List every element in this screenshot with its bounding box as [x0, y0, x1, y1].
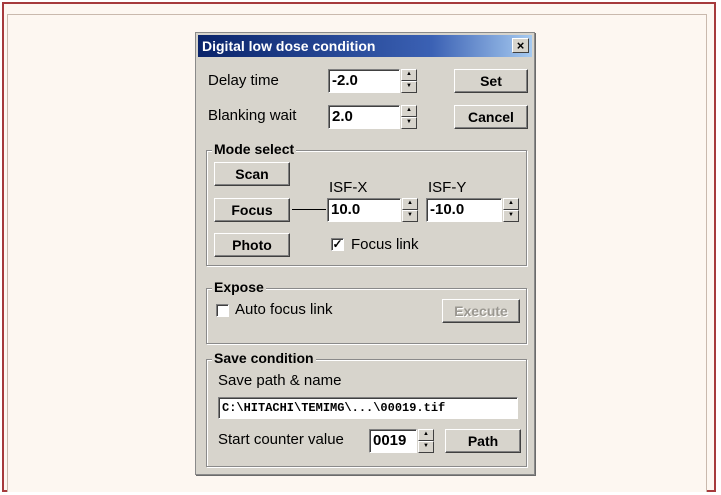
start-counter-spinner[interactable]: ▲ ▼ [418, 429, 434, 453]
isf-x-spinner[interactable]: ▲ ▼ [402, 198, 418, 222]
focus-link-checkbox[interactable]: ✓ [331, 238, 344, 251]
checkmark-icon: ✓ [332, 237, 343, 251]
isf-y-spinner[interactable]: ▲ ▼ [503, 198, 519, 222]
photo-button[interactable]: Photo [214, 233, 290, 257]
auto-focus-link-checkbox[interactable] [216, 304, 229, 317]
spin-up-icon[interactable]: ▲ [402, 198, 418, 210]
spin-down-icon[interactable]: ▼ [503, 210, 519, 222]
spin-down-icon[interactable]: ▼ [401, 81, 417, 93]
expose-title: Expose [212, 279, 266, 295]
save-condition-title: Save condition [212, 350, 316, 366]
save-path-label: Save path & name [218, 372, 342, 389]
spin-down-icon[interactable]: ▼ [402, 210, 418, 222]
save-path-input[interactable]: C:\HITACHI\TEMIMG\...\00019.tif [218, 397, 518, 419]
delay-time-input[interactable]: -2.0 [328, 69, 400, 93]
low-dose-dialog: Digital low dose condition × Delay time … [195, 32, 535, 475]
start-counter-input[interactable]: 0019 [369, 429, 417, 453]
spin-up-icon[interactable]: ▲ [401, 69, 417, 81]
focus-button[interactable]: Focus [214, 198, 290, 222]
spin-down-icon[interactable]: ▼ [401, 117, 417, 129]
auto-focus-link-label: Auto focus link [235, 301, 333, 318]
blanking-wait-spinner[interactable]: ▲ ▼ [401, 105, 417, 129]
delay-time-label: Delay time [208, 72, 279, 89]
spin-up-icon[interactable]: ▲ [503, 198, 519, 210]
blanking-wait-label: Blanking wait [208, 107, 297, 124]
execute-button[interactable]: Execute [442, 299, 520, 323]
isf-y-input[interactable]: -10.0 [426, 198, 502, 222]
delay-time-spinner[interactable]: ▲ ▼ [401, 69, 417, 93]
path-button[interactable]: Path [445, 429, 521, 453]
cancel-button[interactable]: Cancel [454, 105, 528, 129]
isf-x-label: ISF-X [329, 179, 368, 196]
set-button[interactable]: Set [454, 69, 528, 93]
close-icon: × [516, 38, 525, 53]
start-counter-label: Start counter value [218, 431, 344, 448]
blanking-wait-input[interactable]: 2.0 [328, 105, 400, 129]
dialog-title: Digital low dose condition [202, 38, 376, 54]
mode-select-title: Mode select [212, 141, 297, 157]
spin-up-icon[interactable]: ▲ [418, 429, 434, 441]
spin-up-icon[interactable]: ▲ [401, 105, 417, 117]
isf-x-input[interactable]: 10.0 [327, 198, 401, 222]
title-bar[interactable]: Digital low dose condition × [198, 35, 532, 57]
focus-link-connector [292, 209, 326, 210]
spin-down-icon[interactable]: ▼ [418, 441, 434, 453]
scan-button[interactable]: Scan [214, 162, 290, 186]
close-button[interactable]: × [512, 38, 529, 53]
focus-link-label: Focus link [351, 236, 419, 253]
isf-y-label: ISF-Y [428, 179, 467, 196]
